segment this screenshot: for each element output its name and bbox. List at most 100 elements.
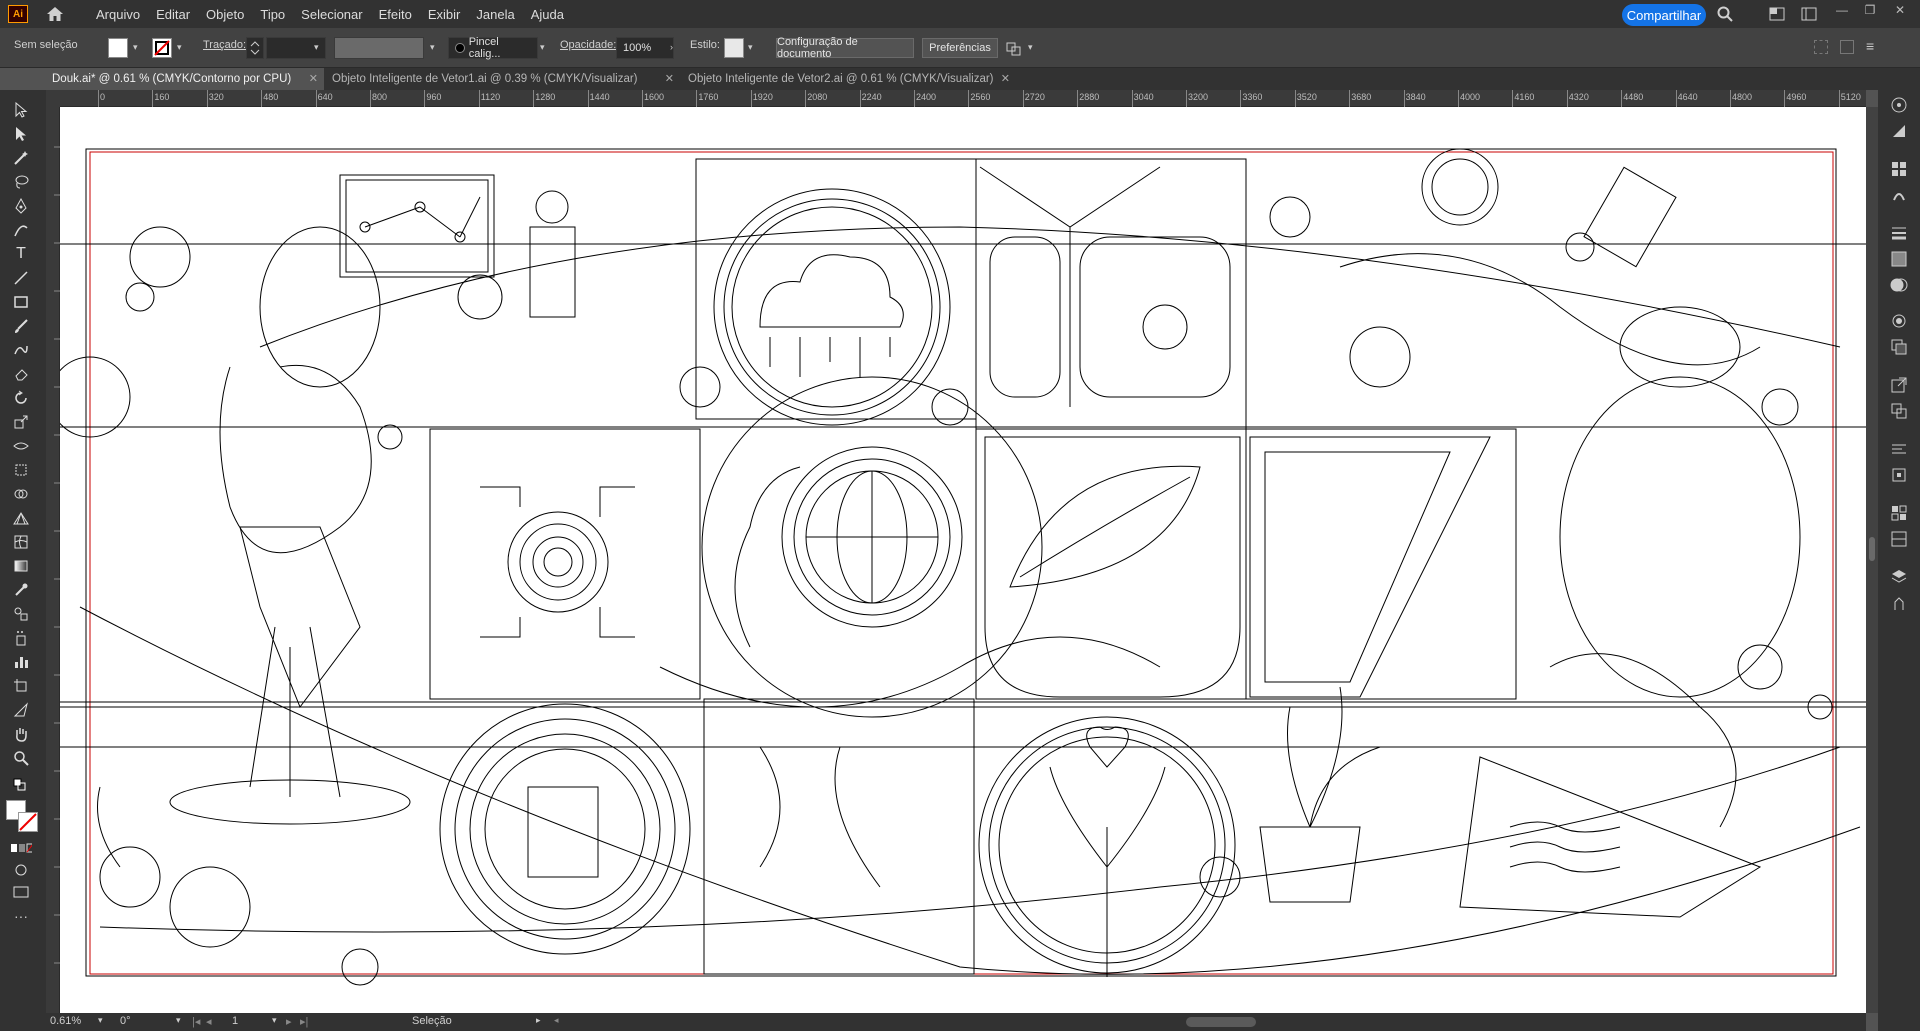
stroke-label[interactable]: Traçado: xyxy=(203,39,246,51)
rotation-value[interactable]: 0° xyxy=(120,1015,131,1027)
close-tab-icon[interactable]: ✕ xyxy=(665,72,674,85)
close-window-icon[interactable]: ✕ xyxy=(1892,2,1908,18)
previous-artboard-icon[interactable]: ◂ xyxy=(206,1015,212,1028)
style-dropdown-icon[interactable]: ▾ xyxy=(748,42,758,52)
menu-exibir[interactable]: Exibir xyxy=(428,7,461,22)
slice-tool-icon[interactable] xyxy=(10,700,32,720)
pen-tool-icon[interactable] xyxy=(10,196,32,216)
search-icon[interactable] xyxy=(1716,5,1734,23)
fill-swatch[interactable] xyxy=(108,38,128,58)
menu-selecionar[interactable]: Selecionar xyxy=(301,7,362,22)
zoom-tool-icon[interactable] xyxy=(10,748,32,768)
ruler-origin[interactable] xyxy=(46,90,60,107)
horizontal-ruler[interactable]: 0 160 320 480 640 800 960 1120 1280 1440 1600 1760 1… xyxy=(60,90,1866,107)
free-transform-tool-icon[interactable] xyxy=(10,460,32,480)
stroke-stepper[interactable] xyxy=(246,37,264,59)
learn-icon[interactable] xyxy=(1890,122,1908,140)
tab-douk[interactable]: Douk.ai* @ 0.61 % (CMYK/Contorno por CPU… xyxy=(46,68,324,90)
style-swatch[interactable] xyxy=(724,38,744,58)
more-tools-icon[interactable]: ··· xyxy=(10,906,32,926)
artboard-number[interactable]: 1 xyxy=(232,1015,238,1027)
stroke-weight-dropdown-icon[interactable]: ▾ xyxy=(314,42,324,52)
stroke-dropdown-icon[interactable]: ▾ xyxy=(177,42,187,52)
status-menu-icon[interactable]: ▸ xyxy=(536,1015,541,1026)
menu-ajuda[interactable]: Ajuda xyxy=(531,7,564,22)
brush-dropdown-icon[interactable]: ▾ xyxy=(540,42,550,52)
arrange-icon[interactable] xyxy=(1006,40,1022,56)
menu-objeto[interactable]: Objeto xyxy=(206,7,244,22)
scale-tool-icon[interactable] xyxy=(10,412,32,432)
transparency-icon[interactable] xyxy=(1890,276,1908,294)
drawing-modes-icon[interactable] xyxy=(10,860,32,880)
color-mode-icons[interactable] xyxy=(10,838,32,858)
menu-efeito[interactable]: Efeito xyxy=(379,7,412,22)
panel-collapse-icon[interactable] xyxy=(1814,40,1828,54)
properties-icon[interactable] xyxy=(1890,96,1908,114)
lasso-tool-icon[interactable] xyxy=(10,172,32,192)
default-colors-icon[interactable] xyxy=(10,776,32,796)
tab-vetor1[interactable]: Objeto Inteligente de Vetor1.ai @ 0.39 %… xyxy=(326,68,680,90)
gradient-panel-icon[interactable] xyxy=(1890,250,1908,268)
opacity-arrow-icon[interactable]: › xyxy=(670,42,680,52)
minimize-icon[interactable]: — xyxy=(1834,2,1850,18)
align-icon[interactable] xyxy=(1890,440,1908,458)
workspace-icon[interactable] xyxy=(1800,5,1818,23)
first-artboard-icon[interactable]: |◂ xyxy=(192,1015,200,1028)
zoom-dropdown-icon[interactable]: ▾ xyxy=(98,1015,103,1026)
width-tool-icon[interactable] xyxy=(10,436,32,456)
paintbrush-tool-icon[interactable] xyxy=(10,316,32,336)
perspective-grid-tool-icon[interactable] xyxy=(10,508,32,528)
home-icon[interactable] xyxy=(44,3,66,25)
opacity-label[interactable]: Opacidade: xyxy=(560,39,616,51)
menu-tipo[interactable]: Tipo xyxy=(260,7,285,22)
magic-wand-tool-icon[interactable] xyxy=(10,148,32,168)
type-tool-icon[interactable]: T xyxy=(10,244,32,264)
libraries-icon[interactable] xyxy=(1890,594,1908,612)
brush-definition[interactable]: Pincel calig... xyxy=(448,36,538,60)
scroll-left-icon[interactable]: ◂ xyxy=(554,1015,559,1026)
vertical-scroll-thumb[interactable] xyxy=(1869,537,1875,561)
close-tab-icon[interactable]: ✕ xyxy=(309,72,318,85)
graphic-styles-icon[interactable] xyxy=(1890,338,1908,356)
rotate-tool-icon[interactable] xyxy=(10,388,32,408)
variable-width-profile[interactable] xyxy=(334,37,424,59)
vertical-scrollbar[interactable] xyxy=(1866,107,1878,1013)
opacity-input[interactable]: 100% xyxy=(616,37,674,59)
arrange-documents-icon[interactable] xyxy=(1768,5,1786,23)
preferences-button[interactable]: Preferências xyxy=(922,38,998,58)
screen-mode-icon[interactable] xyxy=(10,882,32,902)
line-tool-icon[interactable] xyxy=(10,268,32,288)
symbol-sprayer-tool-icon[interactable] xyxy=(10,628,32,648)
close-tab-icon[interactable]: ✕ xyxy=(1001,72,1010,85)
links-icon[interactable] xyxy=(1890,530,1908,548)
artboard-dropdown-icon[interactable]: ▾ xyxy=(272,1015,277,1026)
stroke-swatch[interactable] xyxy=(152,38,172,58)
panel-menu-icon[interactable]: ≡ xyxy=(1866,38,1884,56)
arrange-dropdown-icon[interactable]: ▾ xyxy=(1028,42,1038,52)
hand-tool-icon[interactable] xyxy=(10,724,32,744)
eyedropper-tool-icon[interactable] xyxy=(10,580,32,600)
profile-dropdown-icon[interactable]: ▾ xyxy=(430,42,440,52)
pathfinder-icon[interactable] xyxy=(1890,504,1908,522)
fill-stroke-widget[interactable] xyxy=(6,800,40,834)
blend-tool-icon[interactable] xyxy=(10,604,32,624)
direct-selection-tool-icon[interactable] xyxy=(10,124,32,144)
rectangle-tool-icon[interactable] xyxy=(10,292,32,312)
curvature-tool-icon[interactable] xyxy=(10,220,32,240)
mesh-tool-icon[interactable] xyxy=(10,532,32,552)
eraser-tool-icon[interactable] xyxy=(10,364,32,384)
export-icon[interactable] xyxy=(1890,376,1908,394)
shaper-tool-icon[interactable] xyxy=(10,340,32,360)
restore-icon[interactable]: ❐ xyxy=(1862,2,1878,18)
tab-vetor2[interactable]: Objeto Inteligente de Vetor2.ai @ 0.61 %… xyxy=(682,68,1016,90)
vertical-ruler[interactable] xyxy=(46,107,60,1013)
menu-janela[interactable]: Janela xyxy=(476,7,514,22)
stroke-panel-icon[interactable] xyxy=(1890,224,1908,242)
share-button[interactable]: Compartilhar xyxy=(1622,4,1706,26)
zoom-level[interactable]: 0.61% xyxy=(50,1015,81,1027)
document-setup-button[interactable]: Configuração de documento xyxy=(776,36,914,60)
brushes-icon[interactable] xyxy=(1890,186,1908,204)
menu-arquivo[interactable]: Arquivo xyxy=(96,7,140,22)
rotation-dropdown-icon[interactable]: ▾ xyxy=(176,1015,181,1026)
panel-expand-icon[interactable] xyxy=(1840,40,1854,54)
